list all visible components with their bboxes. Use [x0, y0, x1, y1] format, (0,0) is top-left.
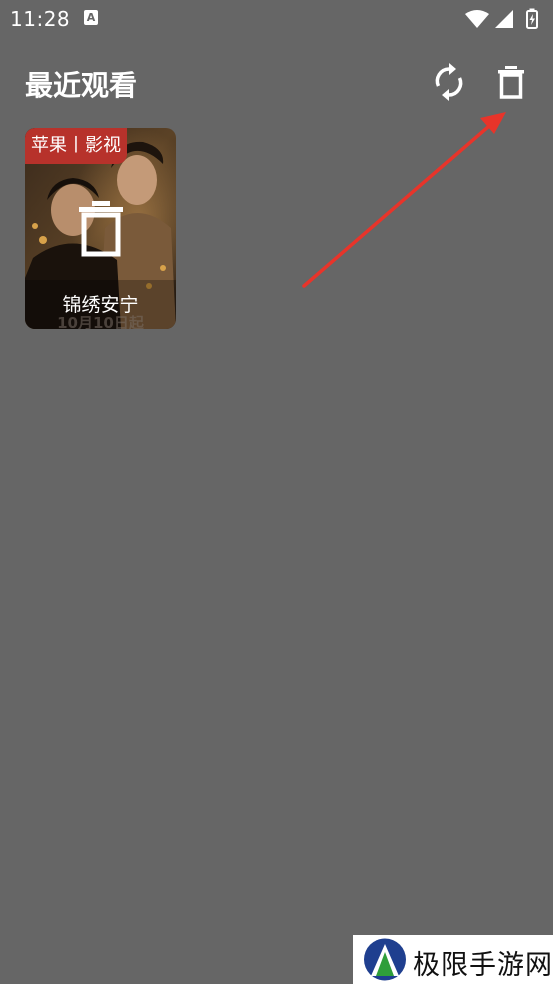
trash-icon	[498, 66, 524, 99]
refresh-icon	[435, 63, 463, 101]
history-item[interactable]: 苹果丨影视 10月10日起 锦绣安宁	[25, 128, 176, 329]
site-logo-icon	[364, 938, 406, 981]
watermark-text: 极限手游网	[413, 950, 553, 981]
status-icons	[465, 8, 538, 29]
status-time: 11:28	[10, 7, 71, 31]
page-title: 最近观看	[25, 69, 138, 102]
signal-icon	[495, 10, 513, 28]
annotation-arrow	[302, 112, 506, 288]
refresh-button[interactable]	[430, 62, 468, 102]
source-badge: 苹果丨影视	[25, 128, 127, 164]
clear-history-button[interactable]	[492, 62, 530, 102]
item-title: 锦绣安宁	[62, 294, 139, 316]
status-bar: 11:28 A	[0, 0, 553, 38]
trash-icon	[79, 201, 123, 257]
accessibility-a-icon: A	[84, 10, 98, 25]
watermark: 极限手游网	[353, 935, 553, 984]
battery-charging-icon	[526, 8, 538, 29]
wifi-icon	[465, 10, 489, 28]
